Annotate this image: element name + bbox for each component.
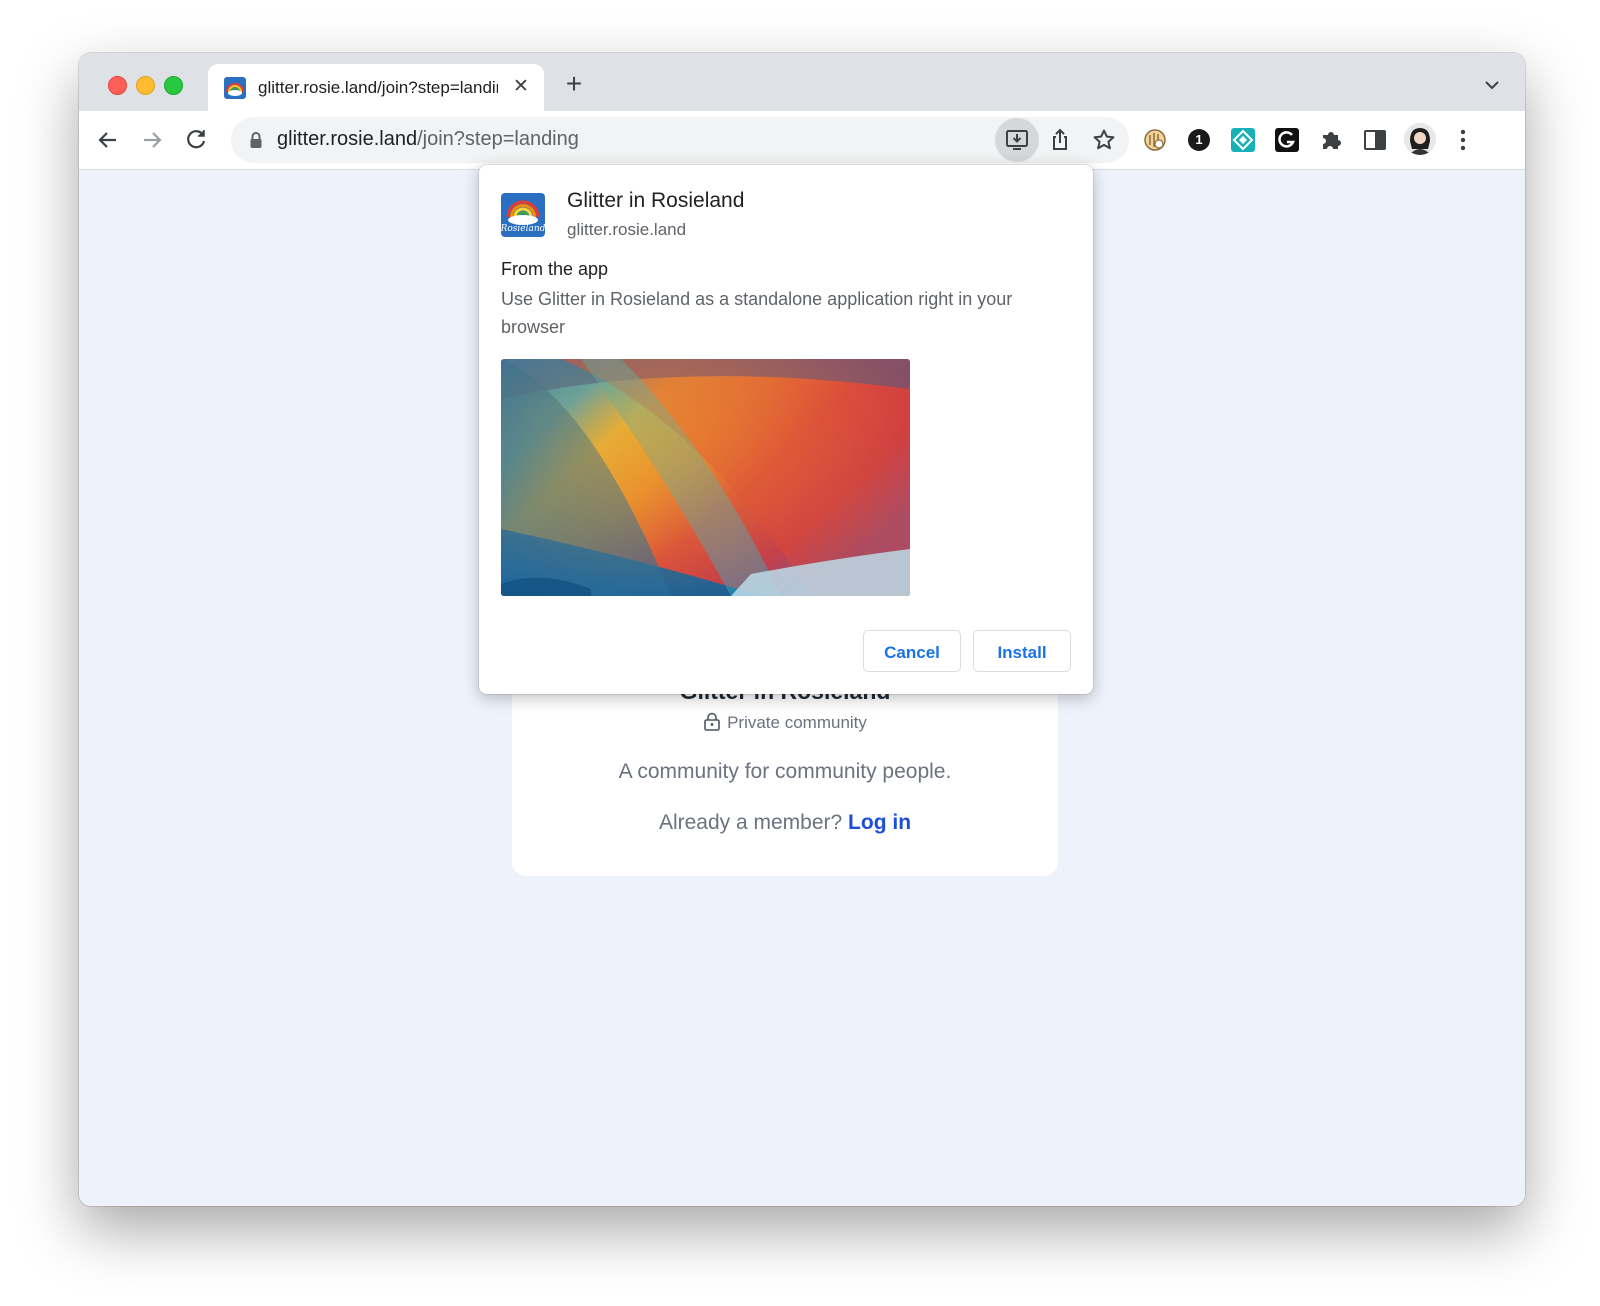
active-tab[interactable]: glitter.rosie.land/join?step=landing ✕ [208,64,544,111]
extension-puzzle-icon[interactable] [1318,127,1344,153]
install-button[interactable]: Install [973,630,1071,672]
lock-outline-icon [704,712,720,731]
rosieland-app-icon: Rosieland [501,193,545,237]
privacy-label: Private community [512,712,1058,733]
login-link[interactable]: Log in [848,811,911,834]
colorful-extension-icon[interactable] [1142,127,1168,153]
avatar[interactable] [1404,123,1436,155]
svg-text:Rosieland: Rosieland [501,224,545,234]
teal-extension-icon[interactable] [1230,127,1256,153]
kebab-menu-icon[interactable] [1450,127,1476,153]
back-arrow-icon[interactable] [94,126,122,154]
tab-title: glitter.rosie.land/join?step=landing [258,78,498,97]
browser-window: glitter.rosie.land/join?step=landing ✕ +… [79,53,1525,1206]
install-app-dialog: Rosieland Glitter in Rosieland glitter.r… [479,165,1093,694]
forward-arrow-icon[interactable] [138,126,166,154]
install-app-icon [1006,130,1028,150]
grammarly-extension-icon[interactable] [1274,127,1300,153]
app-origin: glitter.rosie.land [567,220,687,239]
app-screenshot-image [501,359,910,596]
tab-close-button[interactable]: ✕ [511,76,531,98]
cancel-button[interactable]: Cancel [863,630,961,672]
minimize-window-button[interactable] [136,76,155,95]
app-name: Glitter in Rosieland [567,189,745,212]
app-description: Use Glitter in Rosieland as a standalone… [501,289,1013,337]
community-description: A community for community people. [618,760,952,783]
share-icon[interactable] [1048,128,1072,152]
reload-icon[interactable] [182,126,210,154]
chevron-down-icon[interactable] [1482,75,1502,95]
rosieland-favicon-icon [224,77,246,99]
bookmark-star-icon[interactable] [1092,128,1116,152]
new-tab-button[interactable]: + [559,69,589,99]
close-window-button[interactable] [108,76,127,95]
onepassword-extension-icon[interactable]: 1 [1186,127,1212,153]
tab-strip: glitter.rosie.land/join?step=landing ✕ + [79,53,1525,111]
install-app-button[interactable] [995,118,1039,162]
url-text[interactable]: glitter.rosie.land/join?step=landing [277,128,579,151]
side-panel-icon[interactable] [1362,127,1388,153]
from-the-app-heading: From the app [501,259,609,279]
address-bar[interactable]: glitter.rosie.land/join?step=landing [231,117,1129,163]
lock-icon[interactable] [249,131,263,149]
browser-toolbar: glitter.rosie.land/join?step=landing 1 [79,111,1525,170]
zoom-window-button[interactable] [164,76,183,95]
member-login-line: Already a member? Log in [658,811,912,834]
